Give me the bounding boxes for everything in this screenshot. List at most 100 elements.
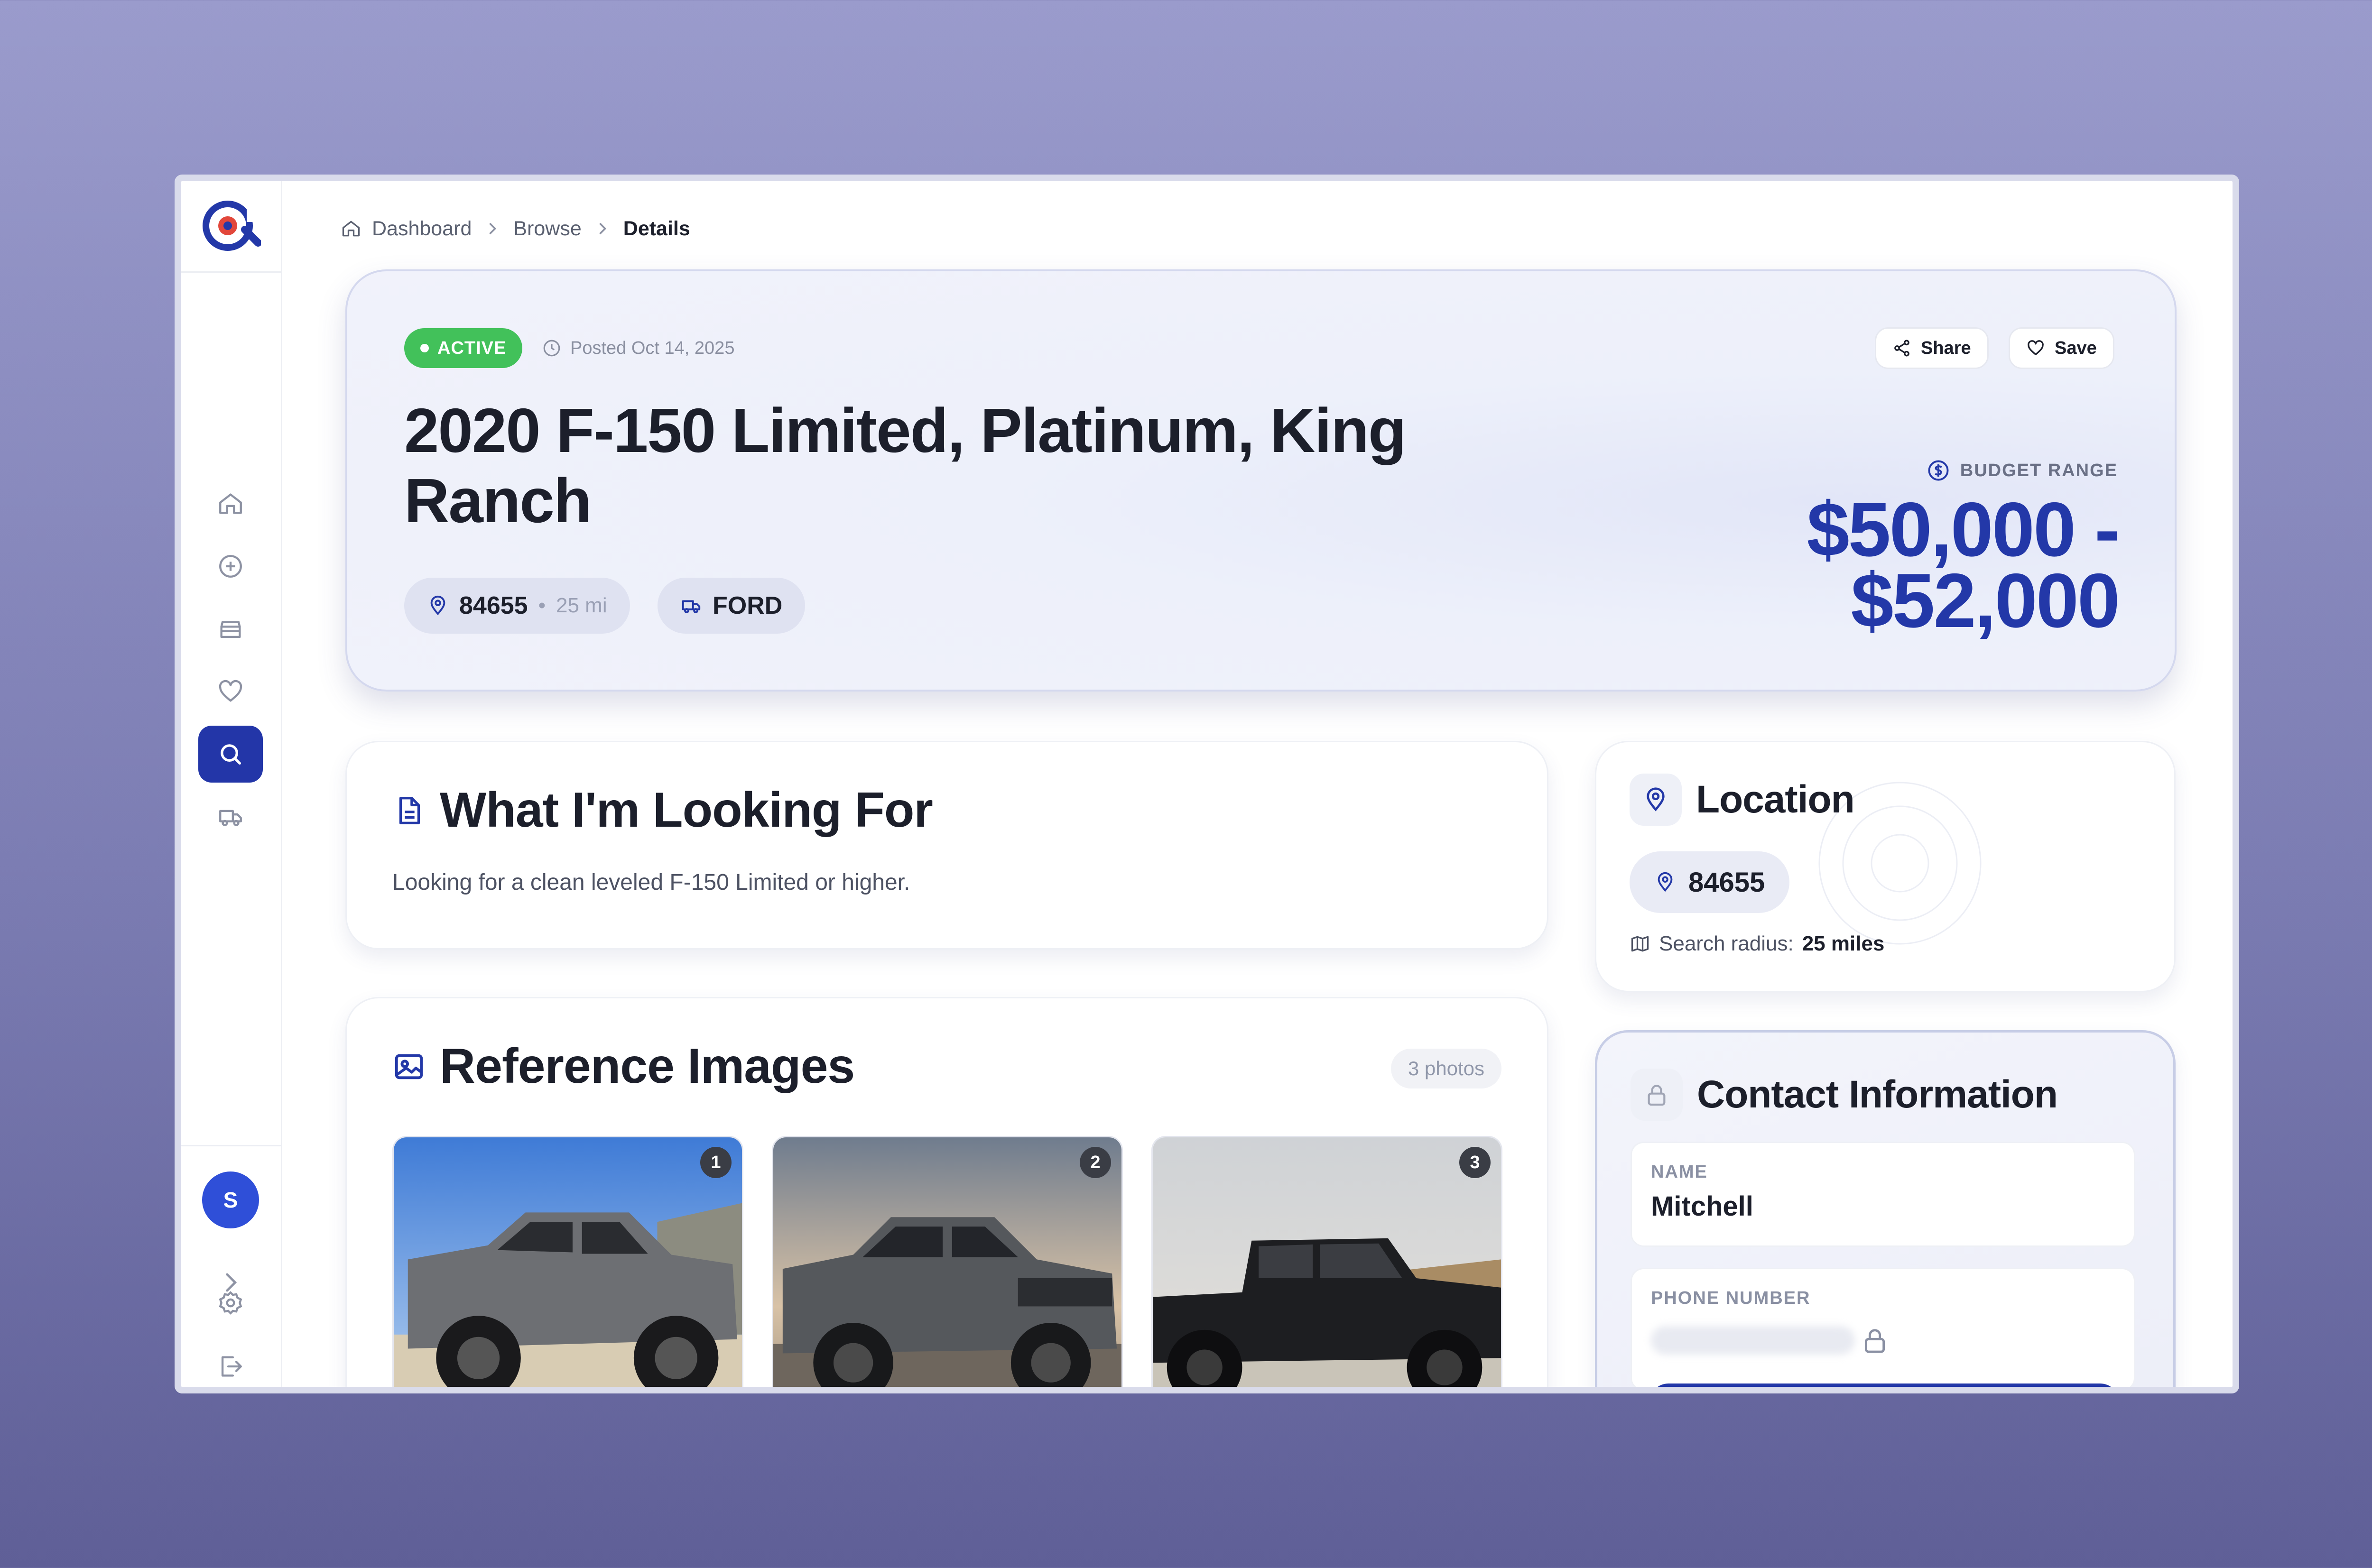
avatar[interactable]: S	[202, 1171, 259, 1228]
truck-icon	[682, 600, 701, 613]
unlock-contact-button[interactable]	[1649, 1384, 2119, 1387]
save-label: Save	[2055, 338, 2097, 358]
status-text: ACTIVE	[437, 338, 507, 358]
looking-for-card: What I'm Looking For Looking for a clean…	[345, 741, 1548, 950]
gear-icon	[219, 1291, 242, 1315]
sidebar-item-settings[interactable]	[198, 1277, 263, 1329]
lock-icon	[1648, 1085, 1666, 1106]
truck-photo	[1153, 1137, 1501, 1387]
sidebar: S	[181, 181, 282, 1387]
heart-icon	[2028, 340, 2044, 355]
distance-separator: •	[538, 594, 546, 617]
location-title-text: Location	[1696, 778, 1855, 821]
sidebar-divider	[181, 1145, 281, 1146]
photos-count-badge: 3 photos	[1390, 1049, 1501, 1088]
search-radius: Search radius: 25 miles	[1630, 932, 1884, 956]
reference-images-card: Reference Images 3 photos 1 2 3	[345, 997, 1548, 1387]
map-pin-icon	[430, 595, 445, 616]
main-content: Dashboard Browse Details ACTIVE Posted O…	[281, 181, 2233, 1387]
contact-title-text: Contact Information	[1697, 1073, 2058, 1116]
name-label: NAME	[1651, 1162, 1708, 1182]
contact-title: Contact Information	[1631, 1069, 2058, 1121]
breadcrumb: Dashboard Browse Details	[341, 214, 690, 243]
plus-circle-icon	[219, 555, 242, 578]
sidebar-divider	[181, 271, 281, 273]
name-value: Mitchell	[1651, 1191, 1753, 1222]
app-logo[interactable]	[199, 195, 262, 257]
sidebar-item-home[interactable]	[198, 475, 263, 532]
map-pin-icon	[1658, 872, 1673, 892]
sidebar-item-create[interactable]	[198, 538, 263, 595]
location-icon-box	[1630, 774, 1682, 826]
share-button[interactable]: Share	[1875, 327, 1989, 369]
page-title: 2020 F-150 Limited, Platinum, King Ranch	[404, 396, 1407, 535]
map-icon	[1631, 936, 1649, 952]
looking-for-text: Looking for a clean leveled F-150 Limite…	[392, 870, 910, 895]
reference-photo-1[interactable]: 1	[392, 1136, 743, 1387]
clock-icon	[543, 340, 560, 357]
share-icon	[1894, 340, 1909, 357]
distance: 25 mi	[556, 594, 607, 617]
zip-chip: 84655 • 25 mi	[404, 578, 630, 634]
map-pin-icon	[1647, 787, 1665, 812]
looking-for-title: What I'm Looking For	[392, 782, 933, 839]
logout-icon	[221, 1356, 242, 1377]
sidebar-item-search[interactable]	[198, 726, 263, 783]
status-badge: ACTIVE	[404, 328, 523, 368]
share-label: Share	[1921, 338, 1971, 358]
reference-images-title: Reference Images	[392, 1038, 855, 1095]
archive-icon	[220, 621, 241, 638]
location-zip: 84655	[1688, 867, 1765, 898]
heart-icon	[219, 680, 242, 702]
location-title: Location	[1630, 774, 1855, 826]
save-button[interactable]: Save	[2009, 327, 2114, 369]
truck-photo	[773, 1137, 1121, 1387]
image-icon	[395, 1054, 423, 1079]
budget-value: $50,000 - $52,000	[1807, 487, 2120, 644]
budget-label: BUDGET RANGE	[1926, 456, 2118, 485]
search-radius-label: Search radius:	[1659, 932, 1794, 955]
phone-label: PHONE NUMBER	[1651, 1288, 1811, 1308]
location-zip-chip: 84655	[1630, 851, 1790, 913]
name-field: NAME Mitchell	[1631, 1142, 2135, 1247]
posted-text: Posted Oct 14, 2025	[570, 338, 735, 358]
status-dot	[420, 344, 429, 352]
home-icon	[342, 221, 360, 237]
chevron-right-icon	[489, 222, 497, 235]
chevron-right-icon	[599, 222, 606, 235]
truck-icon	[219, 810, 242, 826]
location-card: Location 84655 Search radius: 25 miles	[1595, 741, 2176, 992]
listing-hero-card: ACTIVE Posted Oct 14, 2025 2020 F-150 Li…	[345, 269, 2177, 692]
zip-code: 84655	[459, 592, 528, 619]
reference-photo-3[interactable]: 3	[1151, 1136, 1502, 1387]
breadcrumb-browse-link[interactable]: Browse	[513, 217, 581, 240]
photo-number-badge: 2	[1080, 1147, 1111, 1178]
photo-number-badge: 1	[700, 1147, 732, 1178]
sidebar-item-inventory[interactable]	[198, 600, 263, 657]
truck-photo	[394, 1137, 742, 1387]
sidebar-item-trucks[interactable]	[198, 788, 263, 845]
document-icon	[399, 796, 420, 824]
search-icon	[221, 744, 241, 765]
search-radius-value: 25 miles	[1802, 932, 1885, 955]
sidebar-item-logout[interactable]	[198, 1340, 263, 1387]
phone-field: PHONE NUMBER	[1631, 1268, 2135, 1387]
dollar-icon	[1928, 460, 1949, 481]
breadcrumb-current: Details	[623, 217, 690, 240]
home-icon	[219, 493, 242, 514]
make-chip: FORD	[658, 578, 806, 634]
make-label: FORD	[713, 592, 783, 619]
looking-for-title-text: What I'm Looking For	[440, 783, 933, 838]
contact-card: Contact Information NAME Mitchell PHONE …	[1595, 1030, 2176, 1387]
breadcrumb-dashboard-link[interactable]: Dashboard	[372, 217, 472, 240]
lock-icon-box	[1631, 1069, 1683, 1121]
phone-value-blurred	[1651, 1326, 1855, 1355]
photo-number-badge: 3	[1459, 1147, 1491, 1178]
reference-photo-2[interactable]: 2	[772, 1136, 1123, 1387]
reference-images-title-text: Reference Images	[440, 1039, 855, 1094]
sidebar-item-favorites[interactable]	[198, 663, 263, 720]
budget-label-text: BUDGET RANGE	[1960, 460, 2118, 480]
posted-date: Posted Oct 14, 2025	[542, 328, 734, 368]
app-window: S Dashboard Browse Details ACTIVE Posted	[175, 175, 2239, 1393]
lock-icon	[1864, 1329, 1885, 1353]
